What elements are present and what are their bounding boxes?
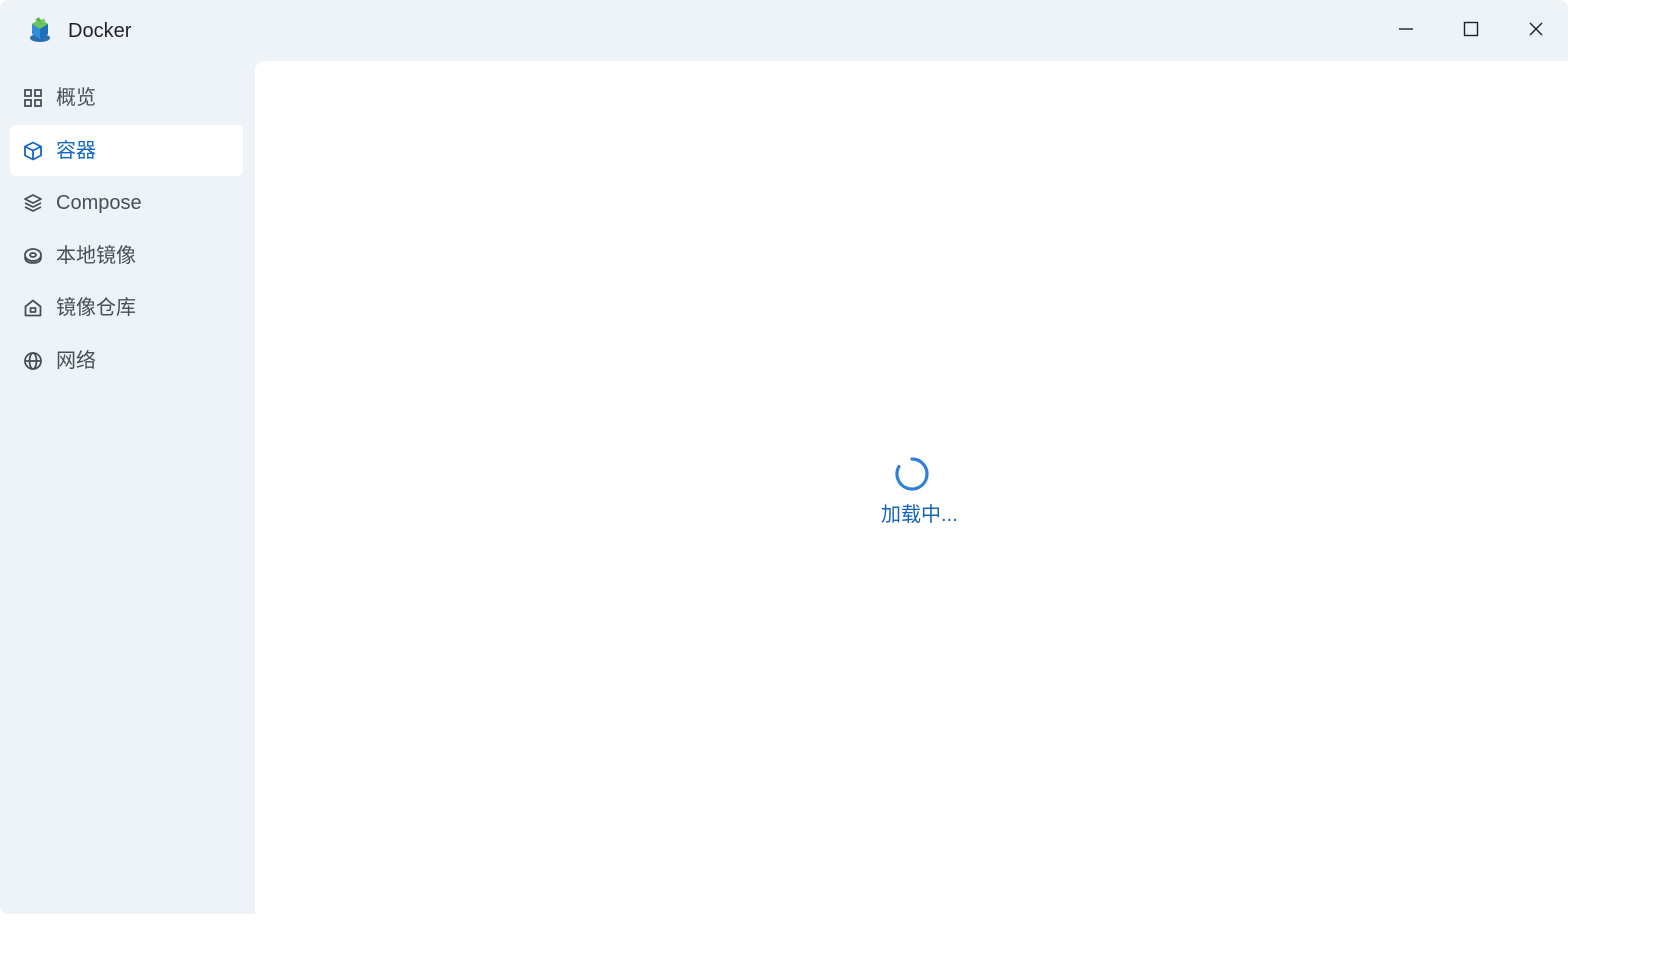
minimize-icon (1399, 28, 1413, 30)
sidebar-item-label: 本地镜像 (56, 244, 136, 267)
sidebar-item-label: 概览 (56, 86, 96, 109)
sidebar-item-compose[interactable]: Compose (10, 177, 243, 228)
loading-spinner-icon (895, 457, 929, 491)
sidebar-item-overview[interactable]: 概览 (10, 72, 243, 123)
maximize-icon (1463, 21, 1479, 37)
maximize-button[interactable] (1441, 0, 1501, 58)
close-icon (1529, 22, 1543, 36)
docker-app-icon (30, 17, 50, 42)
sidebar-item-label: 网络 (56, 349, 96, 372)
layers-icon (23, 193, 43, 213)
sidebar-item-network[interactable]: 网络 (10, 335, 243, 386)
sidebar-item-label: 容器 (56, 139, 96, 162)
sidebar-item-local-images[interactable]: 本地镜像 (10, 230, 243, 281)
grid-icon (23, 88, 43, 108)
title-bar[interactable]: Docker (0, 0, 1568, 60)
sidebar-item-label: 镜像仓库 (56, 296, 136, 319)
sidebar-item-image-registry[interactable]: 镜像仓库 (10, 282, 243, 333)
cube-icon (23, 141, 43, 161)
close-button[interactable] (1506, 0, 1566, 58)
globe-icon (23, 351, 43, 371)
loading-text: 加载中... (881, 504, 958, 526)
sidebar-item-containers[interactable]: 容器 (10, 125, 243, 176)
disk-icon (23, 246, 43, 266)
app-title: Docker (68, 20, 132, 42)
minimize-button[interactable] (1376, 0, 1436, 58)
main-content: 加载中... (255, 61, 1568, 914)
app-window: Docker 概览 容器 Compose 本地镜像 镜像仓库 网络 加载中... (0, 0, 1568, 914)
home-icon (23, 298, 43, 318)
sidebar-item-label: Compose (56, 191, 142, 214)
